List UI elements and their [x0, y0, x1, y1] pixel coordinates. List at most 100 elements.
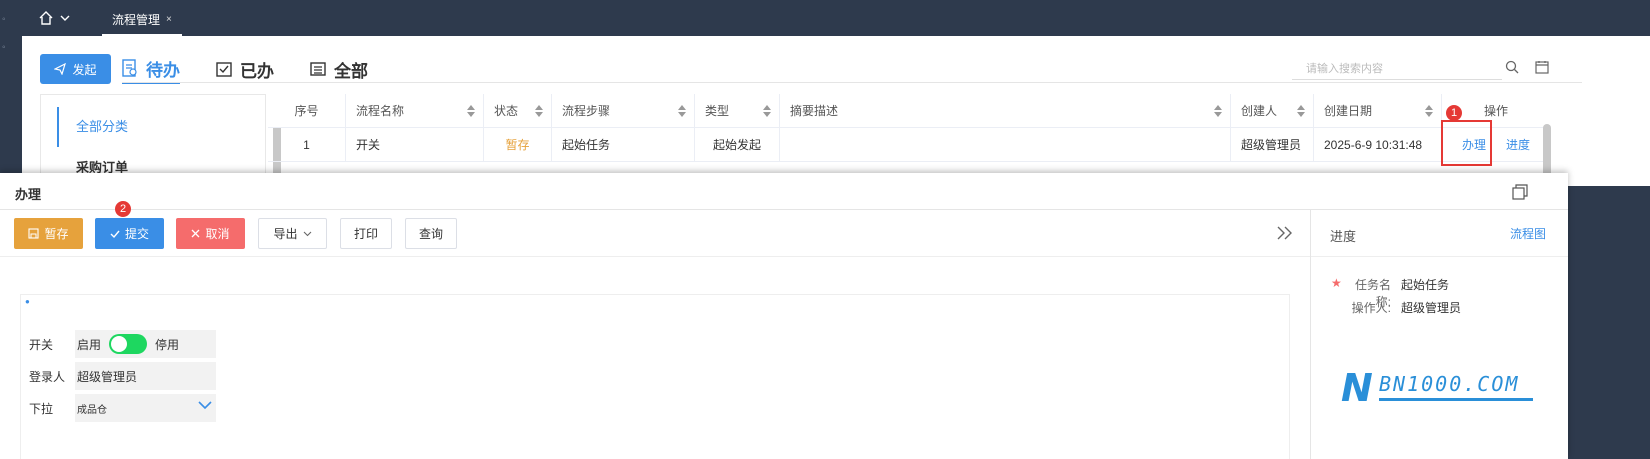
progress-link[interactable]: 进度 — [1506, 136, 1530, 153]
export-dropdown-button[interactable]: 导出 — [258, 218, 327, 249]
sort-icon[interactable] — [678, 105, 686, 117]
chevron-down-icon — [198, 401, 212, 410]
table-row[interactable]: 1 开关 暂存 起始任务 起始发起 超级管理员 2025-6-9 10:31:4… — [268, 128, 1550, 162]
main-panel: 发起 待办 已办 全部 请输入搜索内容 全部分类 采购订单 序号 流程名称 状态 — [22, 36, 1650, 187]
list-icon — [310, 62, 326, 76]
logo-text: BN1000.COM — [1379, 372, 1520, 396]
switch-toggle[interactable] — [109, 334, 148, 354]
cell-date: 2025-6-9 10:31:48 — [1314, 128, 1442, 161]
column-header[interactable]: 流程名称 — [346, 94, 484, 127]
tab-all-label: 全部 — [334, 61, 368, 81]
cell-index: 1 — [268, 128, 346, 161]
send-icon — [54, 63, 67, 75]
chevron-down-icon — [303, 231, 311, 237]
form-area: ● 开关 启用 停用 登录人 超级管理员 下拉 成品仓 — [20, 294, 1290, 459]
form-row-dropdown: 下拉 成品仓 — [29, 394, 216, 422]
cell-step: 起始任务 — [552, 128, 695, 161]
checked-box-icon — [216, 62, 232, 77]
tab-done-label: 已办 — [240, 61, 274, 81]
tab-bar: 流程管理 × — [22, 0, 1650, 36]
highlight-box — [1441, 120, 1492, 166]
print-button[interactable]: 打印 — [340, 218, 392, 249]
column-header[interactable]: 摘要描述 — [780, 94, 1231, 127]
todo-doc-icon — [122, 59, 137, 77]
column-header[interactable]: 创建日期 — [1314, 94, 1442, 127]
switch-field: 启用 停用 — [75, 330, 216, 358]
tab-label: 流程管理 — [112, 12, 161, 27]
sort-icon[interactable] — [535, 105, 543, 117]
restore-window-icon[interactable] — [1512, 184, 1528, 200]
home-icon — [39, 11, 53, 25]
calendar-icon[interactable] — [1535, 60, 1549, 74]
process-table: 序号 流程名称 状态 流程步骤 类型 摘要描述 创建人 创建日期 操作 1 开关… — [268, 94, 1550, 162]
progress-header: 进度 流程图 — [1311, 210, 1568, 257]
sort-icon[interactable] — [1425, 105, 1433, 117]
switch-on-text: 启用 — [77, 337, 102, 352]
progress-panel: 进度 流程图 ★ 任务名称: 起始任务 操作人: 超级管理员 N BN1000.… — [1310, 210, 1568, 459]
column-header[interactable]: 状态 — [484, 94, 552, 127]
launch-label: 发起 — [72, 62, 97, 77]
view-tabs: 待办 已办 全部 — [122, 54, 368, 84]
cancel-label: 取消 — [205, 227, 230, 241]
tab-done[interactable]: 已办 — [216, 54, 274, 84]
chevron-down-icon — [60, 15, 70, 21]
search-input[interactable]: 请输入搜索内容 — [1292, 56, 1502, 80]
submit-label: 提交 — [124, 227, 149, 241]
launch-button[interactable]: 发起 — [40, 54, 111, 84]
column-header: 序号 — [268, 94, 346, 127]
flowchart-link[interactable]: 流程图 — [1510, 225, 1546, 242]
sort-icon[interactable] — [1297, 105, 1305, 117]
tab-process-management[interactable]: 流程管理 × — [102, 4, 182, 36]
cell-type: 起始发起 — [695, 128, 780, 161]
form-dot-icon: ● — [25, 297, 30, 306]
step-badge-2: 2 — [115, 201, 131, 217]
login-field[interactable]: 超级管理员 — [75, 362, 216, 390]
switch-off-text: 停用 — [155, 337, 180, 352]
tab-close-icon[interactable]: × — [166, 14, 172, 25]
column-header[interactable]: 类型 — [695, 94, 780, 127]
logo-underline — [1379, 398, 1533, 401]
sort-icon[interactable] — [763, 105, 771, 117]
cancel-button[interactable]: 取消 — [176, 218, 245, 249]
cell-status: 暂存 — [484, 128, 552, 161]
cell-name: 开关 — [346, 128, 484, 161]
cell-summary — [780, 128, 1231, 161]
form-row-switch: 开关 启用 停用 — [29, 330, 216, 358]
double-chevron-right-icon[interactable] — [1276, 225, 1294, 241]
dropdown-select[interactable]: 成品仓 — [75, 394, 216, 422]
logo-mark: N — [1341, 366, 1373, 410]
home-button[interactable] — [38, 8, 78, 28]
column-header[interactable]: 创建人 — [1231, 94, 1314, 127]
search-icon[interactable] — [1505, 60, 1519, 74]
operator-key: 操作人: — [1351, 301, 1391, 315]
close-icon — [192, 229, 200, 238]
nav-dot-icon[interactable]: ◦ — [2, 14, 10, 25]
query-button[interactable]: 查询 — [405, 218, 457, 249]
table-header: 序号 流程名称 状态 流程步骤 类型 摘要描述 创建人 创建日期 操作 — [268, 94, 1550, 128]
tab-all[interactable]: 全部 — [310, 54, 368, 84]
operator-row: 操作人: 超级管理员 — [1331, 299, 1461, 316]
handle-dialog: 办理 暂存 提交 取消 导出 打印 查询 2 ● 开关 启用 停用 登录人 超级… — [0, 173, 1568, 459]
operator-value: 超级管理员 — [1401, 301, 1462, 315]
save-draft-button[interactable]: 暂存 — [14, 218, 83, 249]
column-header[interactable]: 流程步骤 — [552, 94, 695, 127]
switch-label: 开关 — [29, 337, 54, 352]
step-badge-1: 1 — [1446, 105, 1462, 121]
tab-todo[interactable]: 待办 — [122, 54, 180, 84]
sort-icon[interactable] — [467, 105, 475, 117]
sort-icon[interactable] — [1214, 105, 1222, 117]
nav-dot-icon[interactable]: ◦ — [2, 42, 10, 53]
save-icon — [28, 228, 40, 239]
check-icon — [110, 230, 120, 238]
tab-divider — [122, 82, 1582, 83]
login-label: 登录人 — [29, 369, 66, 384]
save-draft-label: 暂存 — [44, 227, 69, 241]
dialog-title: 办理 — [15, 187, 42, 202]
submit-button[interactable]: 提交 — [95, 218, 164, 249]
cell-creator: 超级管理员 — [1231, 128, 1314, 161]
form-row-login: 登录人 超级管理员 — [29, 362, 216, 390]
category-all[interactable]: 全部分类 — [57, 107, 128, 147]
dialog-toolbar: 暂存 提交 取消 导出 打印 查询 2 — [0, 201, 1310, 257]
dialog-header: 办理 — [0, 173, 1568, 210]
tab-todo-label: 待办 — [146, 60, 180, 80]
